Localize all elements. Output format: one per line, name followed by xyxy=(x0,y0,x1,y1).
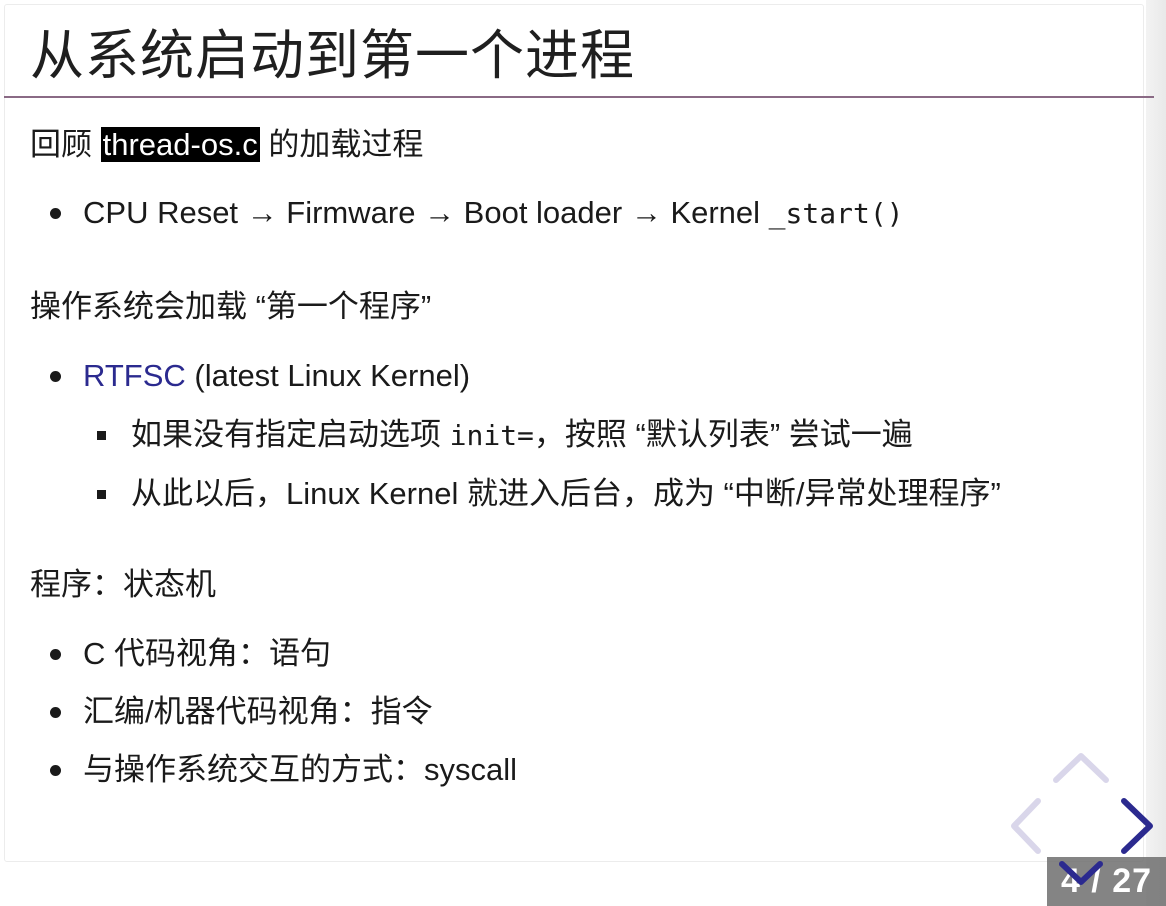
start-function-code: _start() xyxy=(768,197,904,230)
nav-right-arrow-icon[interactable] xyxy=(1118,797,1156,855)
side-shadow xyxy=(1146,0,1166,906)
list-item-text: 汇编/机器代码视角：指令 xyxy=(83,694,433,729)
nav-up-arrow-icon[interactable] xyxy=(1052,750,1110,784)
section2-heading: 操作系统会加载 “第一个程序” xyxy=(30,289,432,324)
rtfsc-rest: (latest Linux Kernel) xyxy=(185,358,471,393)
slide-title: 从系统启动到第一个进程 xyxy=(30,26,635,86)
nav-down-arrow-icon[interactable] xyxy=(1056,858,1106,888)
slide: 从系统启动到第一个进程 回顾 thread-os.c 的加载过程 CPU Res… xyxy=(0,0,1166,906)
init-option-code: init= xyxy=(449,419,534,452)
kernel-background-text: 从此以后，Linux Kernel 就进入后台，成为 “中断/异常处理程序” xyxy=(131,476,1001,511)
rtfsc-link[interactable]: RTFSC xyxy=(83,358,186,393)
init-pre: 如果没有指定启动选项 xyxy=(131,417,450,452)
highlighted-filename: thread-os.c xyxy=(100,127,260,162)
title-divider xyxy=(4,96,1154,98)
section1-prefix: 回顾 xyxy=(30,127,101,162)
section1-suffix: 的加载过程 xyxy=(259,127,424,162)
list-item-text: C 代码视角：语句 xyxy=(83,636,331,671)
boot-chain-text: CPU Reset → Firmware → Boot loader → Ker… xyxy=(83,195,769,230)
section3-heading: 程序：状态机 xyxy=(30,567,216,602)
nav-left-arrow-icon[interactable] xyxy=(1008,797,1042,855)
init-post: ，按照 “默认列表” 尝试一遍 xyxy=(533,417,913,452)
list-item-text: 与操作系统交互的方式：syscall xyxy=(83,752,518,787)
section1-heading: 回顾 thread-os.c 的加载过程 xyxy=(30,124,423,166)
